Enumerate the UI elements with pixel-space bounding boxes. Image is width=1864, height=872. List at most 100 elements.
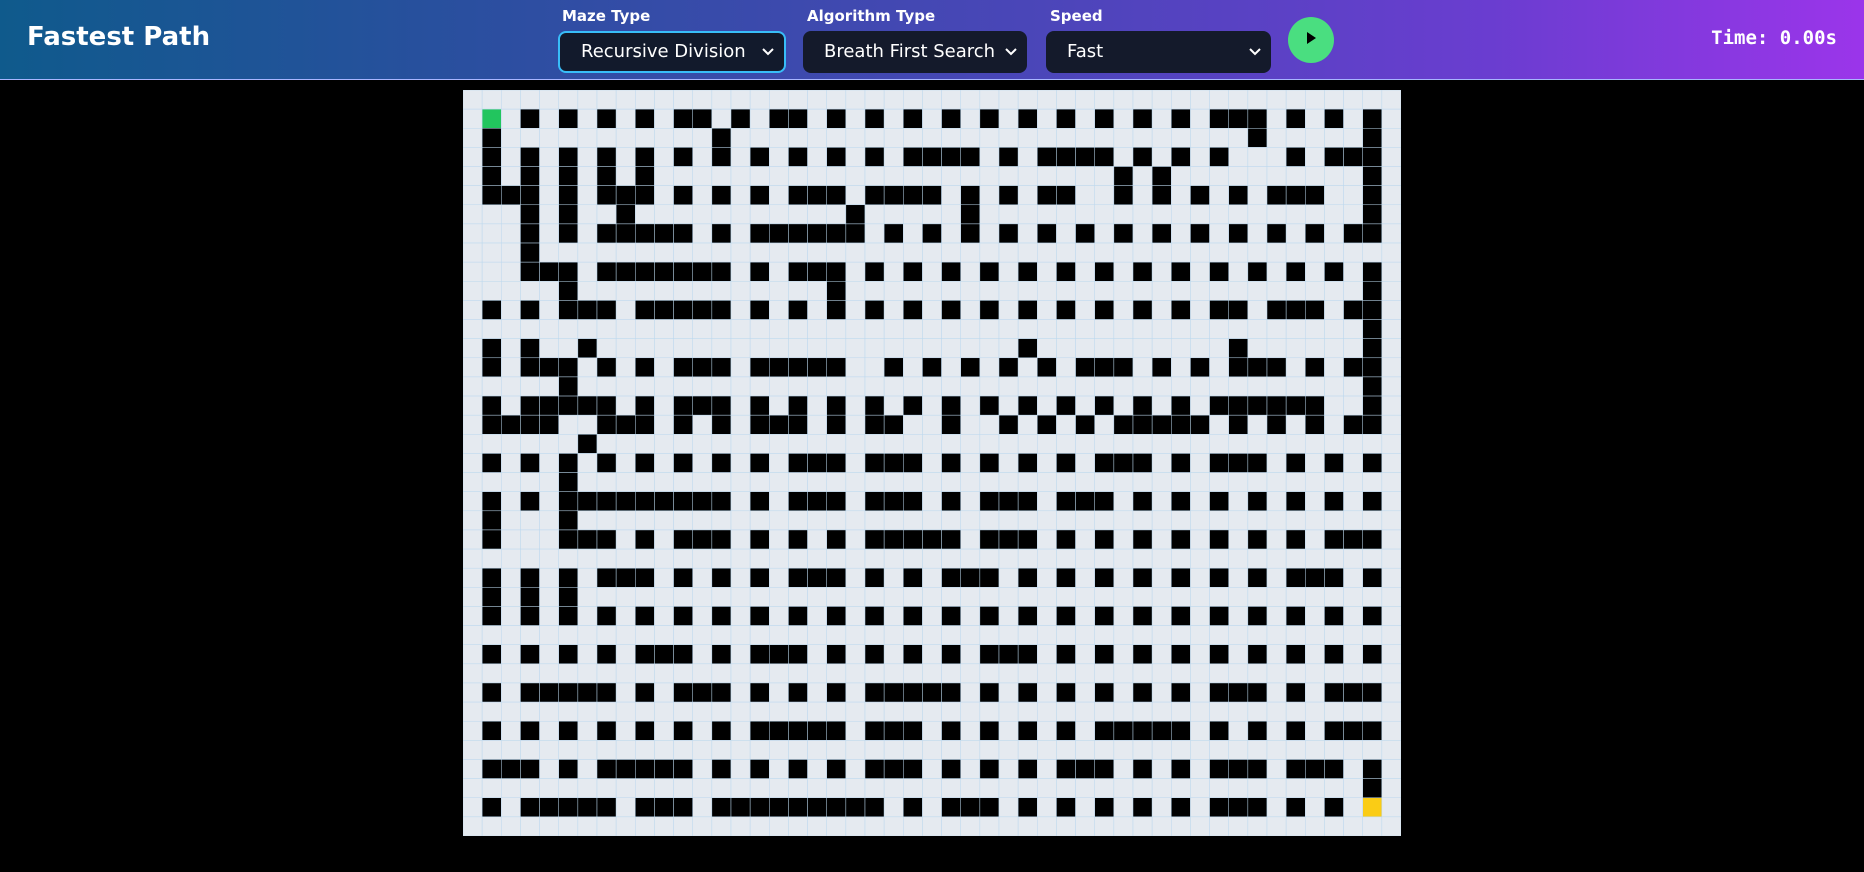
wall-cell[interactable] (577, 797, 598, 818)
maze-cell[interactable] (979, 90, 1000, 110)
maze-cell[interactable] (596, 90, 617, 110)
maze-cell[interactable] (539, 453, 559, 473)
maze-cell[interactable] (903, 434, 923, 454)
maze-cell[interactable] (979, 740, 1000, 760)
end-node[interactable] (1362, 797, 1383, 818)
maze-cell[interactable] (998, 300, 1019, 320)
wall-cell[interactable] (596, 414, 617, 435)
maze-cell[interactable] (883, 108, 904, 129)
maze-cell[interactable] (730, 759, 751, 779)
maze-cell[interactable] (1285, 242, 1306, 263)
maze-cell[interactable] (749, 108, 770, 129)
maze-cell[interactable] (1324, 319, 1344, 339)
maze-cell[interactable] (1094, 548, 1115, 569)
wall-cell[interactable] (941, 108, 961, 129)
maze-cell[interactable] (463, 242, 483, 263)
wall-cell[interactable] (481, 644, 502, 665)
maze-cell[interactable] (960, 625, 981, 645)
maze-cell[interactable] (998, 242, 1019, 263)
maze-cell[interactable] (1056, 90, 1076, 110)
wall-cell[interactable] (941, 147, 961, 167)
maze-cell[interactable] (845, 338, 866, 359)
maze-cell[interactable] (463, 548, 483, 569)
maze-cell[interactable] (615, 281, 636, 301)
maze-cell[interactable] (654, 567, 674, 588)
maze-cell[interactable] (1247, 319, 1268, 339)
wall-cell[interactable] (845, 223, 866, 244)
maze-cell[interactable] (1075, 720, 1095, 741)
maze-cell[interactable] (1343, 625, 1363, 645)
wall-cell[interactable] (998, 185, 1019, 206)
maze-cell[interactable] (596, 319, 617, 339)
maze-cell[interactable] (463, 701, 483, 722)
maze-cell[interactable] (539, 701, 559, 722)
maze-cell[interactable] (1190, 434, 1210, 454)
maze-cell[interactable] (769, 434, 789, 454)
maze-cell[interactable] (481, 90, 502, 110)
wall-cell[interactable] (577, 395, 598, 416)
maze-cell[interactable] (960, 300, 981, 320)
maze-cell[interactable] (788, 510, 808, 531)
wall-cell[interactable] (481, 166, 502, 186)
wall-cell[interactable] (1094, 453, 1115, 473)
maze-cell[interactable] (463, 376, 483, 397)
wall-cell[interactable] (1075, 414, 1095, 435)
maze-cell[interactable] (883, 261, 904, 282)
maze-cell[interactable] (979, 472, 1000, 492)
maze-cell[interactable] (1017, 166, 1038, 186)
wall-cell[interactable] (1305, 414, 1325, 435)
maze-cell[interactable] (807, 147, 827, 167)
wall-cell[interactable] (1228, 223, 1249, 244)
maze-cell[interactable] (1094, 128, 1115, 148)
wall-cell[interactable] (1017, 797, 1038, 818)
maze-cell[interactable] (1075, 529, 1095, 550)
maze-cell[interactable] (1247, 242, 1268, 263)
maze-cell[interactable] (1017, 147, 1038, 167)
maze-cell[interactable] (1132, 357, 1153, 378)
maze-cell[interactable] (1209, 434, 1229, 454)
maze-cell[interactable] (558, 338, 579, 359)
maze-cell[interactable] (864, 816, 885, 836)
wall-cell[interactable] (520, 204, 540, 225)
wall-cell[interactable] (1094, 261, 1115, 282)
maze-cell[interactable] (596, 625, 617, 645)
maze-cell[interactable] (730, 682, 751, 703)
maze-cell[interactable] (1305, 625, 1325, 645)
wall-cell[interactable] (1362, 453, 1383, 473)
maze-cell[interactable] (903, 587, 923, 607)
wall-cell[interactable] (1132, 720, 1153, 741)
maze-cell[interactable] (979, 376, 1000, 397)
wall-cell[interactable] (711, 682, 732, 703)
maze-cell[interactable] (1017, 625, 1038, 645)
wall-cell[interactable] (1190, 414, 1210, 435)
maze-cell[interactable] (1381, 663, 1401, 684)
wall-cell[interactable] (558, 720, 579, 741)
maze-cell[interactable] (769, 606, 789, 626)
maze-cell[interactable] (463, 147, 483, 167)
maze-cell[interactable] (615, 319, 636, 339)
maze-cell[interactable] (1285, 625, 1306, 645)
maze-cell[interactable] (711, 510, 732, 531)
wall-cell[interactable] (1171, 682, 1191, 703)
wall-cell[interactable] (749, 644, 770, 665)
wall-cell[interactable] (1362, 395, 1383, 416)
wall-cell[interactable] (960, 567, 981, 588)
maze-cell[interactable] (903, 778, 923, 798)
maze-cell[interactable] (1037, 778, 1057, 798)
maze-cell[interactable] (1094, 740, 1115, 760)
maze-cell[interactable] (1247, 204, 1268, 225)
maze-cell[interactable] (501, 567, 521, 588)
maze-cell[interactable] (1151, 548, 1172, 569)
maze-cell[interactable] (807, 510, 827, 531)
maze-cell[interactable] (922, 166, 942, 186)
maze-cell[interactable] (1247, 701, 1268, 722)
wall-cell[interactable] (769, 414, 789, 435)
maze-cell[interactable] (711, 587, 732, 607)
maze-cell[interactable] (635, 128, 655, 148)
maze-cell[interactable] (826, 204, 847, 225)
maze-cell[interactable] (1151, 108, 1172, 129)
maze-cell[interactable] (998, 740, 1019, 760)
wall-cell[interactable] (826, 395, 847, 416)
maze-cell[interactable] (654, 663, 674, 684)
maze-cell[interactable] (979, 414, 1000, 435)
